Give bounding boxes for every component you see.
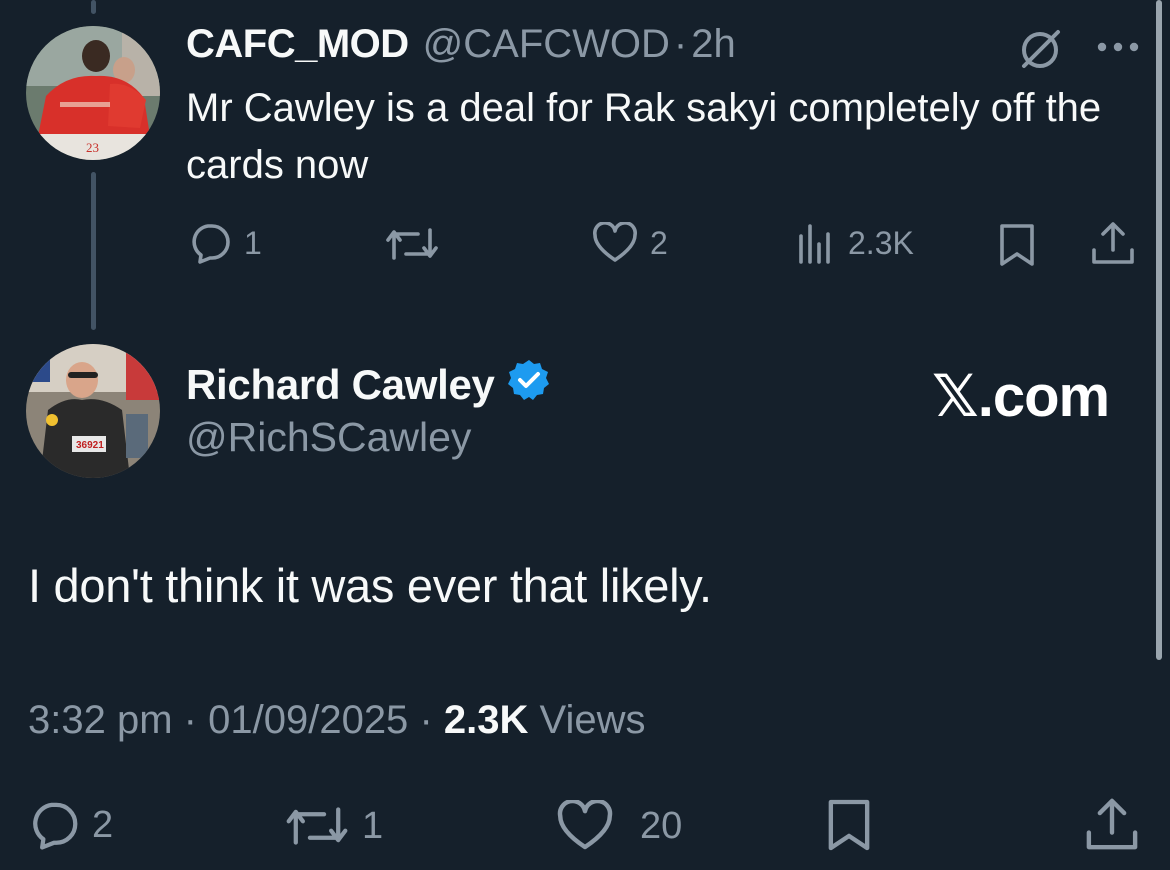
parent-like-count: 2 — [650, 224, 668, 261]
parent-tweet-header: CAFC_MOD @CAFCWOD · 2h — [186, 22, 736, 67]
parent-repost-button[interactable] — [384, 224, 452, 264]
main-repost-button[interactable]: 1 — [284, 802, 383, 850]
main-reply-count: 2 — [92, 803, 114, 846]
views-label: Views — [539, 698, 646, 742]
thread-line — [91, 172, 96, 330]
share-icon — [1092, 222, 1134, 264]
more-icon[interactable] — [1096, 40, 1140, 58]
reply-icon — [192, 224, 230, 264]
parent-like-button[interactable]: 2 — [592, 222, 668, 264]
main-share-button[interactable] — [1084, 796, 1140, 852]
svg-text:36921: 36921 — [76, 440, 104, 451]
tweet-time[interactable]: 3:32 pm — [28, 698, 173, 742]
share-icon — [1086, 798, 1138, 850]
main-author[interactable]: Richard Cawley — [186, 358, 551, 412]
reply-icon — [33, 802, 78, 850]
repost-icon — [386, 228, 438, 260]
main-reply-button[interactable]: 2 — [28, 800, 113, 850]
meta-separator: · — [419, 698, 433, 742]
parent-separator: · — [673, 22, 688, 66]
main-tweet-text: I don't think it was ever that likely. — [28, 559, 712, 612]
parent-timestamp[interactable]: 2h — [691, 22, 736, 67]
parent-bookmark-button[interactable] — [998, 222, 1036, 268]
thread-line-top — [91, 0, 96, 14]
heart-icon — [557, 800, 613, 850]
heart-icon — [593, 222, 637, 262]
tweet-metadata: 3:32 pm · 01/09/2025 · 2.3K Views — [28, 698, 646, 743]
parent-tweet-text: Mr Cawley is a deal for Rak sakyi comple… — [186, 86, 1102, 187]
verified-badge-icon[interactable] — [507, 358, 551, 412]
meta-separator: · — [183, 698, 197, 742]
bookmark-icon — [1000, 224, 1034, 266]
tweet-page: 23 CAFC_MOD @CAFCWOD · 2h Mr Cawley is a… — [0, 0, 1170, 870]
main-repost-count: 1 — [362, 804, 384, 847]
tweet-date[interactable]: 01/09/2025 — [208, 698, 408, 742]
parent-share-button[interactable] — [1090, 220, 1136, 266]
bookmark-icon — [828, 799, 870, 851]
parent-reply-button[interactable]: 1 — [188, 222, 262, 264]
views-icon — [799, 224, 830, 264]
parent-views-button[interactable]: 2.3K — [796, 222, 914, 264]
main-avatar[interactable]: 36921 — [26, 344, 160, 478]
parent-avatar[interactable]: 23 — [26, 26, 160, 160]
main-like-count: 20 — [640, 804, 683, 847]
parent-display-name[interactable]: CAFC_MOD — [186, 22, 409, 67]
repost-icon — [286, 807, 348, 845]
svg-text:23: 23 — [86, 140, 99, 155]
main-handle[interactable]: @RichSCawley — [186, 414, 471, 461]
main-like-button[interactable]: 20 — [556, 800, 682, 852]
scrollbar[interactable] — [1156, 0, 1162, 660]
grok-icon[interactable] — [1016, 26, 1064, 79]
parent-reply-count: 1 — [244, 224, 262, 261]
parent-views-count: 2.3K — [848, 224, 914, 261]
views-count: 2.3K — [443, 698, 529, 742]
main-display-name[interactable]: Richard Cawley — [186, 361, 495, 409]
parent-handle[interactable]: @CAFCWOD — [423, 22, 670, 67]
main-bookmark-button[interactable] — [826, 796, 872, 854]
x-watermark: 𝕏.com — [932, 364, 1110, 429]
